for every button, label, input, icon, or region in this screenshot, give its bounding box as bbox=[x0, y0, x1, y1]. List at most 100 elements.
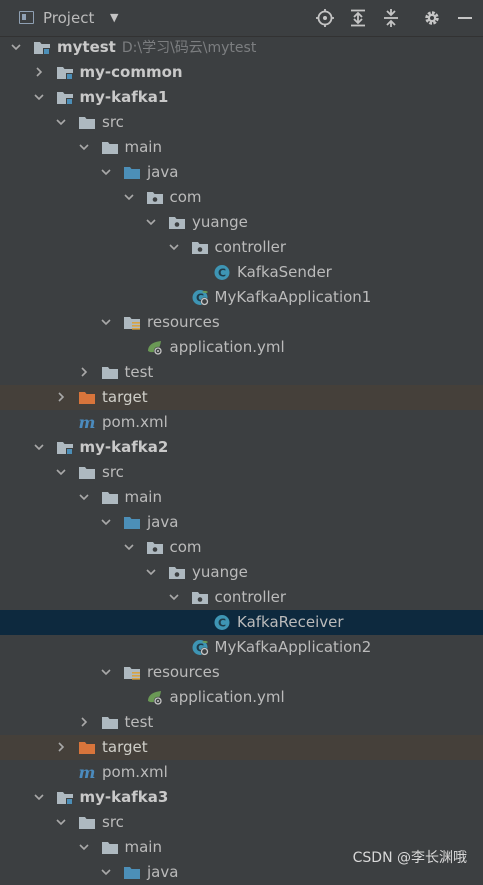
chevron-down-icon[interactable] bbox=[33, 91, 45, 103]
source-folder-icon bbox=[123, 164, 141, 181]
chevron-down-icon[interactable] bbox=[33, 791, 45, 803]
chevron-right-icon[interactable] bbox=[78, 366, 90, 378]
expand-all-icon[interactable] bbox=[348, 8, 368, 28]
tree-item-name: main bbox=[124, 488, 162, 506]
resources-folder-icon bbox=[123, 664, 141, 681]
chevron-down-icon[interactable] bbox=[100, 166, 112, 178]
tree-item-label: yuange bbox=[192, 213, 248, 231]
tree-item-label: java bbox=[147, 863, 178, 881]
chevron-down-icon[interactable] bbox=[168, 241, 180, 253]
chevron-down-icon[interactable] bbox=[100, 516, 112, 528]
tree-item-name: com bbox=[169, 538, 202, 556]
tree-row[interactable]: java bbox=[0, 160, 483, 185]
tree-row[interactable]: resources bbox=[0, 660, 483, 685]
chevron-down-icon[interactable]: ▼ bbox=[110, 11, 118, 24]
chevron-right-icon[interactable] bbox=[33, 66, 45, 78]
tree-item-name: src bbox=[102, 813, 124, 831]
chevron-down-icon[interactable] bbox=[123, 541, 135, 553]
tree-row[interactable]: my-kafka1 bbox=[0, 85, 483, 110]
tree-item-label: resources bbox=[147, 663, 220, 681]
module-folder-icon bbox=[56, 89, 74, 106]
tree-row[interactable]: target bbox=[0, 385, 483, 410]
chevron-down-icon[interactable] bbox=[145, 216, 157, 228]
tree-item-label: test bbox=[125, 363, 154, 381]
tree-row[interactable]: my-common bbox=[0, 60, 483, 85]
tree-row[interactable]: test bbox=[0, 710, 483, 735]
chevron-down-icon[interactable] bbox=[100, 666, 112, 678]
tree-row[interactable]: resources bbox=[0, 310, 483, 335]
tree-row[interactable]: m pom.xml bbox=[0, 410, 483, 435]
tree-row[interactable]: main bbox=[0, 485, 483, 510]
tree-row[interactable]: controller bbox=[0, 585, 483, 610]
excluded-folder-icon bbox=[78, 389, 96, 406]
chevron-down-icon[interactable] bbox=[55, 816, 67, 828]
tree-row[interactable]: C MyKafkaApplication2 bbox=[0, 635, 483, 660]
tree-item-name: target bbox=[102, 388, 148, 406]
project-view-title[interactable]: Project bbox=[43, 9, 94, 27]
tree-row[interactable]: C KafkaSender bbox=[0, 260, 483, 285]
tree-row[interactable]: src bbox=[0, 810, 483, 835]
tree-row[interactable]: C KafkaReceiver bbox=[0, 610, 483, 635]
spring-config-icon bbox=[146, 339, 164, 356]
tree-row[interactable]: test bbox=[0, 360, 483, 385]
tree-item-label: MyKafkaApplication1 bbox=[215, 288, 372, 306]
chevron-down-icon[interactable] bbox=[168, 591, 180, 603]
hide-icon[interactable] bbox=[455, 8, 475, 28]
tree-row[interactable]: m pom.xml bbox=[0, 760, 483, 785]
tree-item-label: test bbox=[125, 713, 154, 731]
tree-item-name: java bbox=[147, 163, 179, 181]
tree-row[interactable]: mytest D:\学习\码云\mytest bbox=[0, 35, 483, 60]
tree-row[interactable]: yuange bbox=[0, 560, 483, 585]
chevron-down-icon[interactable] bbox=[78, 491, 90, 503]
chevron-down-icon[interactable] bbox=[55, 116, 67, 128]
tree-item-label: yuange bbox=[192, 563, 248, 581]
chevron-right-icon[interactable] bbox=[55, 391, 67, 403]
tree-row[interactable]: my-kafka2 bbox=[0, 435, 483, 460]
chevron-down-icon[interactable] bbox=[123, 191, 135, 203]
spring-config-icon bbox=[146, 689, 164, 706]
package-icon bbox=[168, 564, 186, 581]
chevron-down-icon[interactable] bbox=[78, 841, 90, 853]
tree-item-name: target bbox=[102, 738, 148, 756]
tree-item-label: main bbox=[125, 838, 162, 856]
tree-item-name: pom.xml bbox=[102, 763, 168, 781]
tree-item-name: KafkaSender bbox=[237, 263, 332, 281]
tree-row[interactable]: src bbox=[0, 460, 483, 485]
tree-row[interactable]: main bbox=[0, 135, 483, 160]
tree-row[interactable]: controller bbox=[0, 235, 483, 260]
folder-icon bbox=[78, 114, 96, 131]
chevron-down-icon[interactable] bbox=[33, 441, 45, 453]
tree-item-label: src bbox=[102, 813, 124, 831]
tree-item-label: src bbox=[102, 113, 124, 131]
tree-row[interactable]: java bbox=[0, 510, 483, 535]
tree-row[interactable]: C MyKafkaApplication1 bbox=[0, 285, 483, 310]
chevron-down-icon[interactable] bbox=[100, 866, 112, 878]
module-folder-icon bbox=[56, 789, 74, 806]
tree-item-label: main bbox=[125, 488, 162, 506]
collapse-all-icon[interactable] bbox=[381, 8, 401, 28]
tree-row[interactable]: application.yml bbox=[0, 685, 483, 710]
tree-item-name: yuange bbox=[192, 563, 248, 581]
tree-row[interactable]: yuange bbox=[0, 210, 483, 235]
chevron-down-icon[interactable] bbox=[55, 466, 67, 478]
tree-row[interactable]: com bbox=[0, 185, 483, 210]
gear-icon[interactable] bbox=[422, 8, 442, 28]
maven-icon: m bbox=[78, 764, 96, 781]
chevron-right-icon[interactable] bbox=[55, 741, 67, 753]
chevron-down-icon[interactable] bbox=[78, 141, 90, 153]
tree-row[interactable]: application.yml bbox=[0, 335, 483, 360]
tree-item-name: src bbox=[102, 113, 124, 131]
chevron-right-icon[interactable] bbox=[78, 716, 90, 728]
svg-text:C: C bbox=[218, 267, 226, 280]
folder-icon bbox=[101, 714, 119, 731]
chevron-down-icon[interactable] bbox=[10, 41, 22, 53]
locate-icon[interactable] bbox=[315, 8, 335, 28]
tree-item-label: java bbox=[147, 163, 178, 181]
chevron-down-icon[interactable] bbox=[145, 566, 157, 578]
tree-row[interactable]: src bbox=[0, 110, 483, 135]
tree-row[interactable]: my-kafka3 bbox=[0, 785, 483, 810]
tree-row[interactable]: target bbox=[0, 735, 483, 760]
chevron-down-icon[interactable] bbox=[100, 316, 112, 328]
svg-text:m: m bbox=[79, 414, 96, 431]
tree-row[interactable]: com bbox=[0, 535, 483, 560]
